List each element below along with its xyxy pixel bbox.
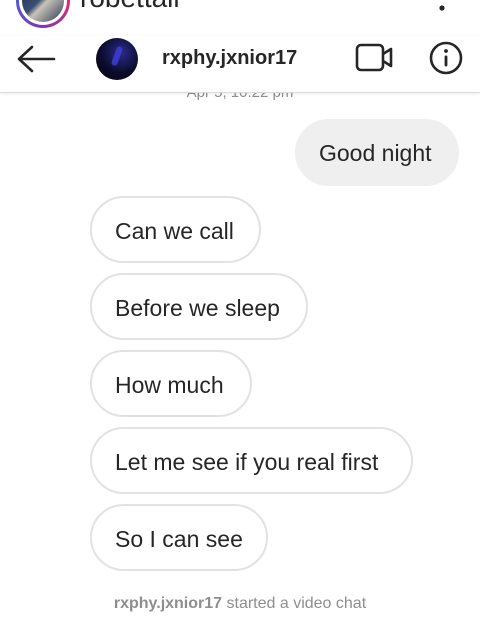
message-bubble-received[interactable]: Before we sleep [90, 273, 308, 340]
profile-avatar[interactable] [96, 38, 138, 80]
story-avatar[interactable] [16, 0, 70, 28]
system-message: rxphy.jxnior17 started a video chat [0, 595, 480, 613]
message-bubble-received[interactable]: How much [90, 350, 252, 417]
back-button[interactable] [14, 40, 58, 80]
message-bubble-received[interactable]: Let me see if you real first [90, 427, 413, 494]
info-icon [429, 41, 463, 75]
top-username: robettall [80, 0, 180, 12]
info-button[interactable] [428, 40, 464, 76]
video-call-button[interactable] [354, 42, 396, 74]
more-vertical-icon[interactable] [438, 2, 446, 14]
story-avatar-image [22, 0, 64, 22]
message-bubble-received[interactable]: So I can see [90, 504, 268, 571]
chat-header: rxphy.jxnior17 [0, 36, 480, 93]
back-arrow-icon [17, 45, 56, 73]
video-call-icon [355, 43, 393, 72]
top-strip: robettall [0, 0, 480, 40]
system-message-text: started a video chat [226, 595, 367, 612]
message-bubble-received[interactable]: Can we call [90, 196, 261, 263]
dm-thread-screen: robettall Apr 5, 10:22 pm rxphy.jxnior17 [0, 0, 480, 635]
chat-username[interactable]: rxphy.jxnior17 [162, 47, 297, 70]
system-message-user[interactable]: rxphy.jxnior17 [114, 595, 222, 612]
message-bubble-sent[interactable]: Good night [295, 119, 459, 186]
